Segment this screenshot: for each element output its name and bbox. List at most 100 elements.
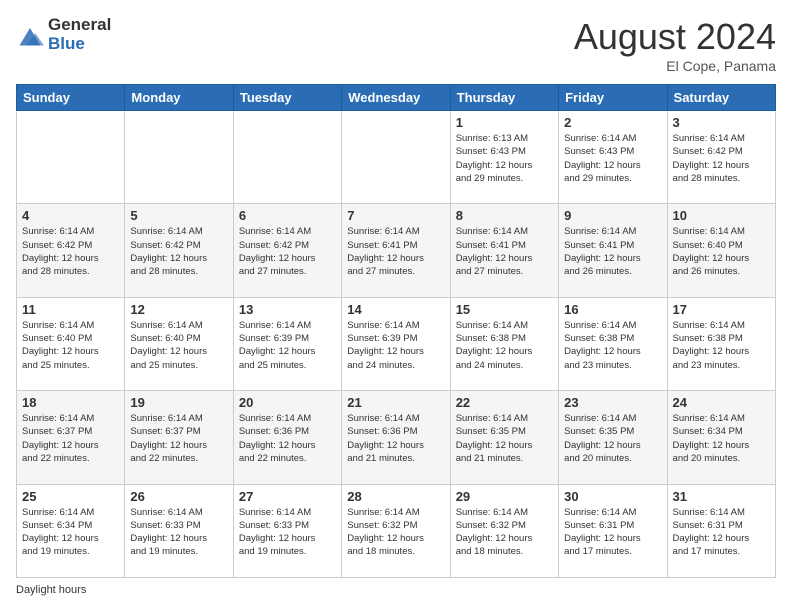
day-number: 2	[564, 115, 661, 130]
calendar-cell	[233, 111, 341, 204]
calendar-cell: 10Sunrise: 6:14 AM Sunset: 6:40 PM Dayli…	[667, 204, 775, 297]
day-info: Sunrise: 6:14 AM Sunset: 6:42 PM Dayligh…	[130, 225, 227, 278]
day-info: Sunrise: 6:14 AM Sunset: 6:36 PM Dayligh…	[347, 412, 444, 465]
calendar-header-thursday: Thursday	[450, 85, 558, 111]
day-info: Sunrise: 6:14 AM Sunset: 6:41 PM Dayligh…	[456, 225, 553, 278]
day-info: Sunrise: 6:14 AM Sunset: 6:36 PM Dayligh…	[239, 412, 336, 465]
day-info: Sunrise: 6:14 AM Sunset: 6:42 PM Dayligh…	[673, 132, 770, 185]
day-info: Sunrise: 6:14 AM Sunset: 6:35 PM Dayligh…	[564, 412, 661, 465]
calendar-cell: 26Sunrise: 6:14 AM Sunset: 6:33 PM Dayli…	[125, 484, 233, 577]
day-number: 22	[456, 395, 553, 410]
calendar-cell: 11Sunrise: 6:14 AM Sunset: 6:40 PM Dayli…	[17, 297, 125, 390]
month-title: August 2024	[574, 16, 776, 58]
day-number: 10	[673, 208, 770, 223]
calendar-cell	[342, 111, 450, 204]
day-info: Sunrise: 6:14 AM Sunset: 6:32 PM Dayligh…	[456, 506, 553, 559]
logo-general: General	[48, 16, 111, 35]
calendar-cell: 18 Sunrise: 6:14 AM Sunset: 6:37 PM Dayli…	[17, 391, 125, 484]
day-info: Sunrise: 6:14 AM Sunset: 6:34 PM Dayligh…	[22, 506, 119, 559]
calendar-cell: 19 Sunrise: 6:14 AM Sunset: 6:37 PM Dayli…	[125, 391, 233, 484]
day-info: Sunrise: 6:14 AM Sunset: 6:37 PM Dayligh…	[130, 412, 227, 465]
day-info: Sunrise: 6:14 AM Sunset: 6:39 PM Dayligh…	[347, 319, 444, 372]
day-info: Sunrise: 6:14 AM Sunset: 6:42 PM Dayligh…	[239, 225, 336, 278]
day-number: 1	[456, 115, 553, 130]
header: General Blue August 2024 El Cope, Panama	[16, 16, 776, 74]
calendar-cell: 24Sunrise: 6:14 AM Sunset: 6:34 PM Dayli…	[667, 391, 775, 484]
calendar-cell	[17, 111, 125, 204]
day-number: 18	[22, 395, 119, 410]
logo: General Blue	[16, 16, 111, 53]
footer: Daylight hours	[16, 584, 776, 596]
location: El Cope, Panama	[574, 58, 776, 74]
day-info: Sunrise: 6:14 AM Sunset: 6:38 PM Dayligh…	[564, 319, 661, 372]
calendar-cell: 17 Sunrise: 6:14 AM Sunset: 6:38 PM Dayli…	[667, 297, 775, 390]
day-number: 20	[239, 395, 336, 410]
calendar-cell: 4 Sunrise: 6:14 AM Sunset: 6:42 PM Daylig…	[17, 204, 125, 297]
day-info: Sunrise: 6:14 AM Sunset: 6:37 PM Dayligh…	[22, 412, 119, 465]
calendar-cell: 6 Sunrise: 6:14 AM Sunset: 6:42 PM Daylig…	[233, 204, 341, 297]
day-number: 28	[347, 489, 444, 504]
day-info: Sunrise: 6:14 AM Sunset: 6:38 PM Dayligh…	[456, 319, 553, 372]
day-number: 7	[347, 208, 444, 223]
day-number: 27	[239, 489, 336, 504]
day-info: Sunrise: 6:14 AM Sunset: 6:38 PM Dayligh…	[673, 319, 770, 372]
day-info: Sunrise: 6:14 AM Sunset: 6:40 PM Dayligh…	[130, 319, 227, 372]
calendar-week-row: 11 Sunrise: 6:14 AM Sunset: 6:40 PM Dayli…	[17, 297, 776, 390]
calendar-header-saturday: Saturday	[667, 85, 775, 111]
day-number: 13	[239, 302, 336, 317]
calendar-cell: 12 Sunrise: 6:14 AM Sunset: 6:40 PM Dayli…	[125, 297, 233, 390]
day-info: Sunrise: 6:14 AM Sunset: 6:39 PM Dayligh…	[239, 319, 336, 372]
generalblue-logo-icon	[16, 21, 44, 49]
day-number: 19	[130, 395, 227, 410]
calendar-cell: 13 Sunrise: 6:14 AM Sunset: 6:39 PM Dayli…	[233, 297, 341, 390]
calendar-cell: 2 Sunrise: 6:14 AM Sunset: 6:43 PM Daylig…	[559, 111, 667, 204]
calendar-header-row: SundayMondayTuesdayWednesdayThursdayFrid…	[17, 85, 776, 111]
day-info: Sunrise: 6:14 AM Sunset: 6:31 PM Dayligh…	[673, 506, 770, 559]
daylight-label: Daylight hours	[16, 584, 86, 596]
logo-text: General Blue	[48, 16, 111, 53]
day-number: 29	[456, 489, 553, 504]
calendar-cell: 29 Sunrise: 6:14 AM Sunset: 6:32 PM Dayli…	[450, 484, 558, 577]
day-number: 12	[130, 302, 227, 317]
calendar-header-tuesday: Tuesday	[233, 85, 341, 111]
day-number: 30	[564, 489, 661, 504]
calendar-cell: 16Sunrise: 6:14 AM Sunset: 6:38 PM Dayli…	[559, 297, 667, 390]
day-info: Sunrise: 6:14 AM Sunset: 6:34 PM Dayligh…	[673, 412, 770, 465]
day-info: Sunrise: 6:14 AM Sunset: 6:42 PM Dayligh…	[22, 225, 119, 278]
day-info: Sunrise: 6:14 AM Sunset: 6:41 PM Dayligh…	[347, 225, 444, 278]
title-block: August 2024 El Cope, Panama	[574, 16, 776, 74]
calendar-cell: 27 Sunrise: 6:14 AM Sunset: 6:33 PM Dayli…	[233, 484, 341, 577]
day-number: 26	[130, 489, 227, 504]
calendar-cell: 9 Sunrise: 6:14 AM Sunset: 6:41 PM Daylig…	[559, 204, 667, 297]
day-number: 11	[22, 302, 119, 317]
calendar-cell: 20 Sunrise: 6:14 AM Sunset: 6:36 PM Dayli…	[233, 391, 341, 484]
day-info: Sunrise: 6:14 AM Sunset: 6:41 PM Dayligh…	[564, 225, 661, 278]
day-number: 5	[130, 208, 227, 223]
calendar-cell	[125, 111, 233, 204]
calendar-cell: 25 Sunrise: 6:14 AM Sunset: 6:34 PM Dayli…	[17, 484, 125, 577]
day-number: 21	[347, 395, 444, 410]
day-info: Sunrise: 6:14 AM Sunset: 6:43 PM Dayligh…	[564, 132, 661, 185]
calendar-week-row: 18 Sunrise: 6:14 AM Sunset: 6:37 PM Dayli…	[17, 391, 776, 484]
day-number: 25	[22, 489, 119, 504]
calendar-header-sunday: Sunday	[17, 85, 125, 111]
day-number: 15	[456, 302, 553, 317]
day-info: Sunrise: 6:14 AM Sunset: 6:31 PM Dayligh…	[564, 506, 661, 559]
day-number: 17	[673, 302, 770, 317]
day-info: Sunrise: 6:13 AM Sunset: 6:43 PM Dayligh…	[456, 132, 553, 185]
calendar-week-row: 4 Sunrise: 6:14 AM Sunset: 6:42 PM Daylig…	[17, 204, 776, 297]
day-number: 23	[564, 395, 661, 410]
calendar-cell: 30 Sunrise: 6:14 AM Sunset: 6:31 PM Dayli…	[559, 484, 667, 577]
calendar-header-friday: Friday	[559, 85, 667, 111]
calendar-cell: 3Sunrise: 6:14 AM Sunset: 6:42 PM Daylig…	[667, 111, 775, 204]
day-number: 4	[22, 208, 119, 223]
day-info: Sunrise: 6:14 AM Sunset: 6:33 PM Dayligh…	[239, 506, 336, 559]
calendar-cell: 5 Sunrise: 6:14 AM Sunset: 6:42 PM Daylig…	[125, 204, 233, 297]
calendar-cell: 31Sunrise: 6:14 AM Sunset: 6:31 PM Dayli…	[667, 484, 775, 577]
day-number: 8	[456, 208, 553, 223]
calendar-cell: 8 Sunrise: 6:14 AM Sunset: 6:41 PM Daylig…	[450, 204, 558, 297]
day-number: 6	[239, 208, 336, 223]
page: General Blue August 2024 El Cope, Panama…	[0, 0, 792, 612]
calendar-cell: 28Sunrise: 6:14 AM Sunset: 6:32 PM Dayli…	[342, 484, 450, 577]
day-number: 9	[564, 208, 661, 223]
